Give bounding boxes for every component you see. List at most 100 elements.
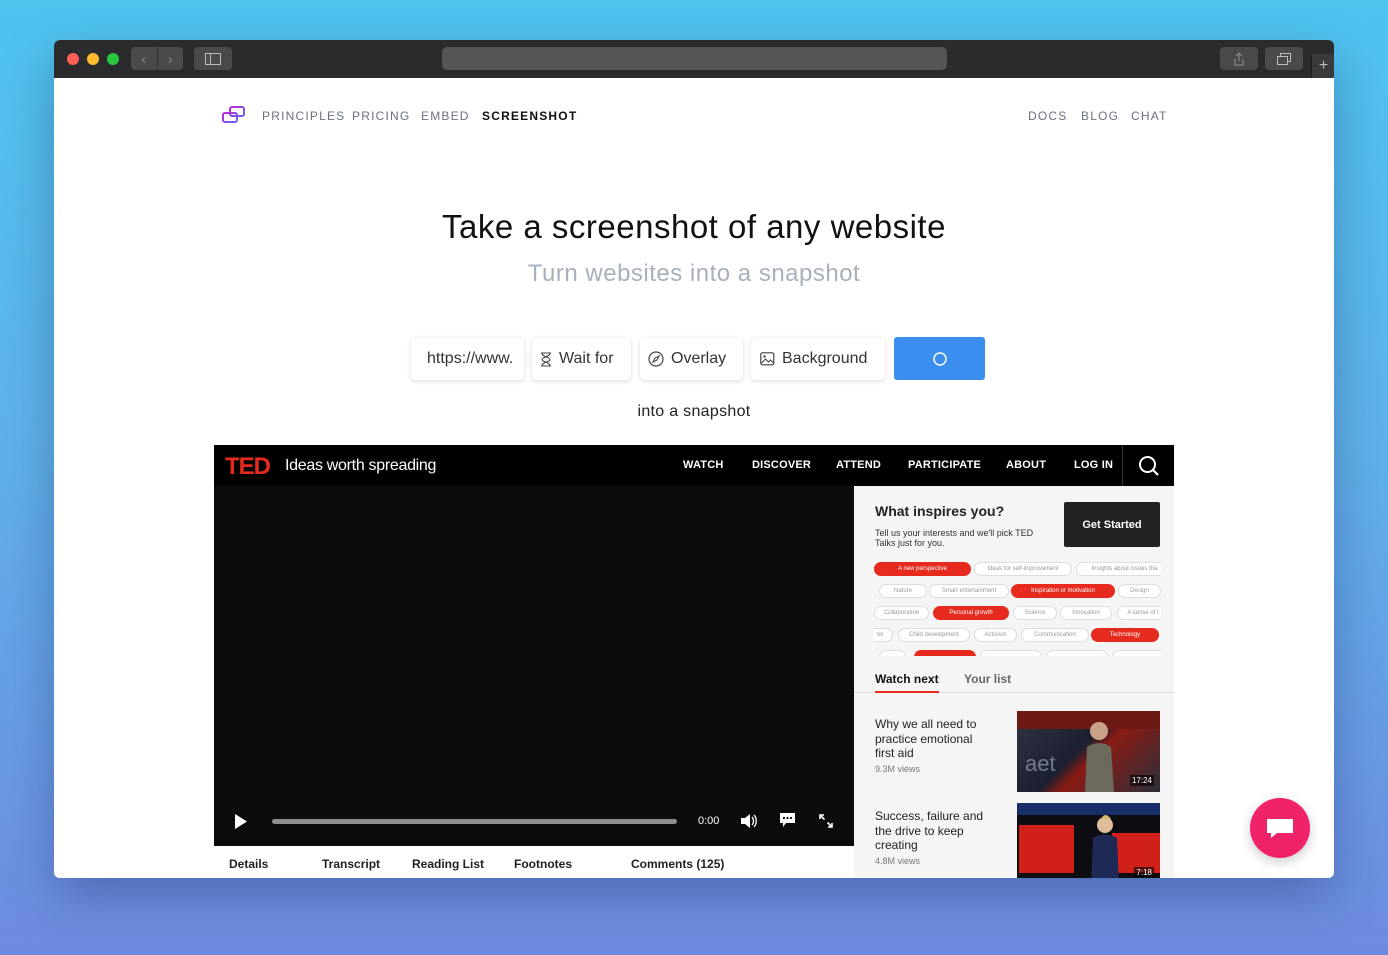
nav-chat[interactable]: CHAT: [1131, 109, 1168, 123]
background-label: Background: [782, 350, 868, 367]
fullscreen-icon: [819, 814, 833, 828]
share-button[interactable]: [1220, 47, 1258, 70]
ted-tagline: Ideas worth spreading: [285, 457, 437, 474]
ted-search-icon: [1122, 445, 1174, 486]
tab-comments: Comments (125): [631, 857, 725, 871]
tab-transcript: Transcript: [322, 857, 381, 871]
nav-pricing[interactable]: PRICING: [352, 109, 410, 123]
url-input-value: https://www.: [427, 350, 514, 367]
wait-for-button[interactable]: Wait for: [532, 338, 631, 380]
nav-blog[interactable]: BLOG: [1081, 109, 1119, 123]
zoom-window-button[interactable]: [107, 53, 119, 65]
svg-text:aet: aet: [1025, 751, 1056, 776]
site-nav: PRINCIPLES PRICING EMBED SCREENSHOT DOCS…: [54, 105, 1334, 125]
page-subtitle: Turn websites into a snapshot: [527, 260, 861, 287]
ted-header: TED Ideas worth spreading WATCH DISCOVER…: [214, 445, 1174, 486]
nav-screenshot[interactable]: SCREENSHOT: [482, 109, 577, 123]
tabs-icon: [1277, 52, 1291, 65]
back-icon[interactable]: ‹: [131, 47, 158, 70]
interest-chip: ter: [874, 628, 893, 642]
tab-details: Details: [229, 857, 269, 871]
site-logo[interactable]: [221, 105, 247, 130]
get-started-button: Get Started: [1064, 502, 1160, 547]
compass-icon: [648, 351, 664, 367]
sidebar-icon: [205, 52, 221, 65]
interest-chip: Collaboration: [874, 606, 929, 620]
overlay-label: Overlay: [671, 350, 727, 367]
talk-thumbnail: 7:18: [1017, 803, 1160, 878]
interest-chip: Nature: [879, 584, 927, 598]
interest-chip: [1046, 650, 1108, 656]
interest-chip: Technology: [1091, 628, 1159, 642]
ted-nav-about: ABOUT: [1006, 459, 1047, 471]
interest-chip: Smart entertainment: [929, 584, 1009, 598]
page-content: PRINCIPLES PRICING EMBED SCREENSHOT DOCS…: [54, 78, 1334, 878]
play-icon: [235, 814, 247, 829]
screenshot-preview: TED Ideas worth spreading WATCH DISCOVER…: [214, 445, 1174, 878]
overlay-button[interactable]: Overlay: [640, 338, 743, 380]
interest-chip: [980, 650, 1042, 656]
plus-icon: +: [1318, 57, 1329, 74]
minimize-window-button[interactable]: [87, 53, 99, 65]
address-bar[interactable]: [442, 47, 947, 70]
video-time: 0:00: [698, 815, 720, 827]
chat-bubble-icon: [1267, 819, 1293, 838]
tab-your-list: Your list: [964, 672, 1012, 686]
tab-watch-next: Watch next: [875, 672, 939, 693]
chat-launcher-button[interactable]: [1250, 798, 1310, 858]
close-window-button[interactable]: [67, 53, 79, 65]
page-title: Take a screenshot of any website: [442, 208, 946, 245]
new-tab-button[interactable]: +: [1311, 54, 1334, 78]
captions-icon: [780, 813, 795, 827]
talk-thumbnail: aet 17:24: [1017, 711, 1160, 792]
interest-chip: Child development: [898, 628, 970, 642]
ted-nav-attend: ATTEND: [836, 459, 881, 471]
nav-docs[interactable]: DOCS: [1028, 109, 1067, 123]
url-input[interactable]: https://www.: [411, 338, 524, 380]
logo-icon: [222, 106, 245, 123]
ted-sidebar: What inspires you? Tell us your interest…: [854, 486, 1174, 878]
interest-chip: A new perspective: [874, 562, 971, 576]
interest-chip: Inspiration or motivation: [1011, 584, 1115, 598]
image-icon: [760, 352, 775, 366]
interest-chip: Communication: [1021, 628, 1089, 642]
nav-embed[interactable]: EMBED: [421, 109, 470, 123]
video-progress-bar: [272, 819, 677, 824]
tabs-overview-button[interactable]: [1265, 47, 1303, 70]
ted-nav-login: LOG IN: [1074, 459, 1114, 471]
inspires-title: What inspires you?: [875, 503, 1005, 519]
nav-principles[interactable]: PRINCIPLES: [262, 109, 345, 123]
interest-chip: Innovation: [1060, 606, 1112, 620]
interest-chip: Personal growth: [933, 606, 1009, 620]
interest-chip: Ideas for self-improvement: [974, 562, 1072, 576]
background-button[interactable]: Background: [751, 338, 885, 380]
wait-for-label: Wait for: [559, 350, 614, 367]
talk-duration: 7:18: [1134, 867, 1154, 878]
ted-nav-participate: PARTICIPATE: [908, 459, 982, 471]
interest-chips: A new perspective Ideas for self-improve…: [874, 560, 1161, 656]
talk-title: Success, failure and the drive to keep c…: [875, 809, 984, 852]
interest-chip: Insights about issues tha: [1076, 562, 1161, 576]
browser-titlebar: ‹ › +: [54, 40, 1334, 79]
ted-nav-watch: WATCH: [683, 459, 724, 471]
sidebar-toggle-button[interactable]: [194, 47, 232, 70]
caption: into a snapshot: [637, 403, 751, 420]
interest-chip: A sense of t: [1117, 606, 1161, 620]
talk-duration: 17:24: [1129, 775, 1154, 786]
video-controls: 0:00: [214, 796, 854, 846]
tab-reading-list: Reading List: [412, 857, 485, 871]
volume-icon: [741, 814, 757, 828]
share-icon: [1234, 51, 1244, 66]
talk-title: Why we all need to practice emotional fi…: [875, 717, 977, 760]
inspires-text: Tell us your interests and we'll pick TE…: [875, 528, 1034, 548]
interest-chip: [914, 650, 976, 656]
ted-logo: TED: [225, 453, 271, 480]
forward-icon[interactable]: ›: [158, 47, 184, 70]
interest-chip: [879, 650, 906, 656]
tab-footnotes: Footnotes: [514, 857, 572, 871]
hourglass-icon: [540, 351, 552, 367]
ted-nav-discover: DISCOVER: [752, 459, 812, 471]
interest-chip: Design: [1118, 584, 1161, 598]
take-screenshot-button[interactable]: [894, 337, 985, 380]
interest-chip: [1112, 650, 1161, 656]
